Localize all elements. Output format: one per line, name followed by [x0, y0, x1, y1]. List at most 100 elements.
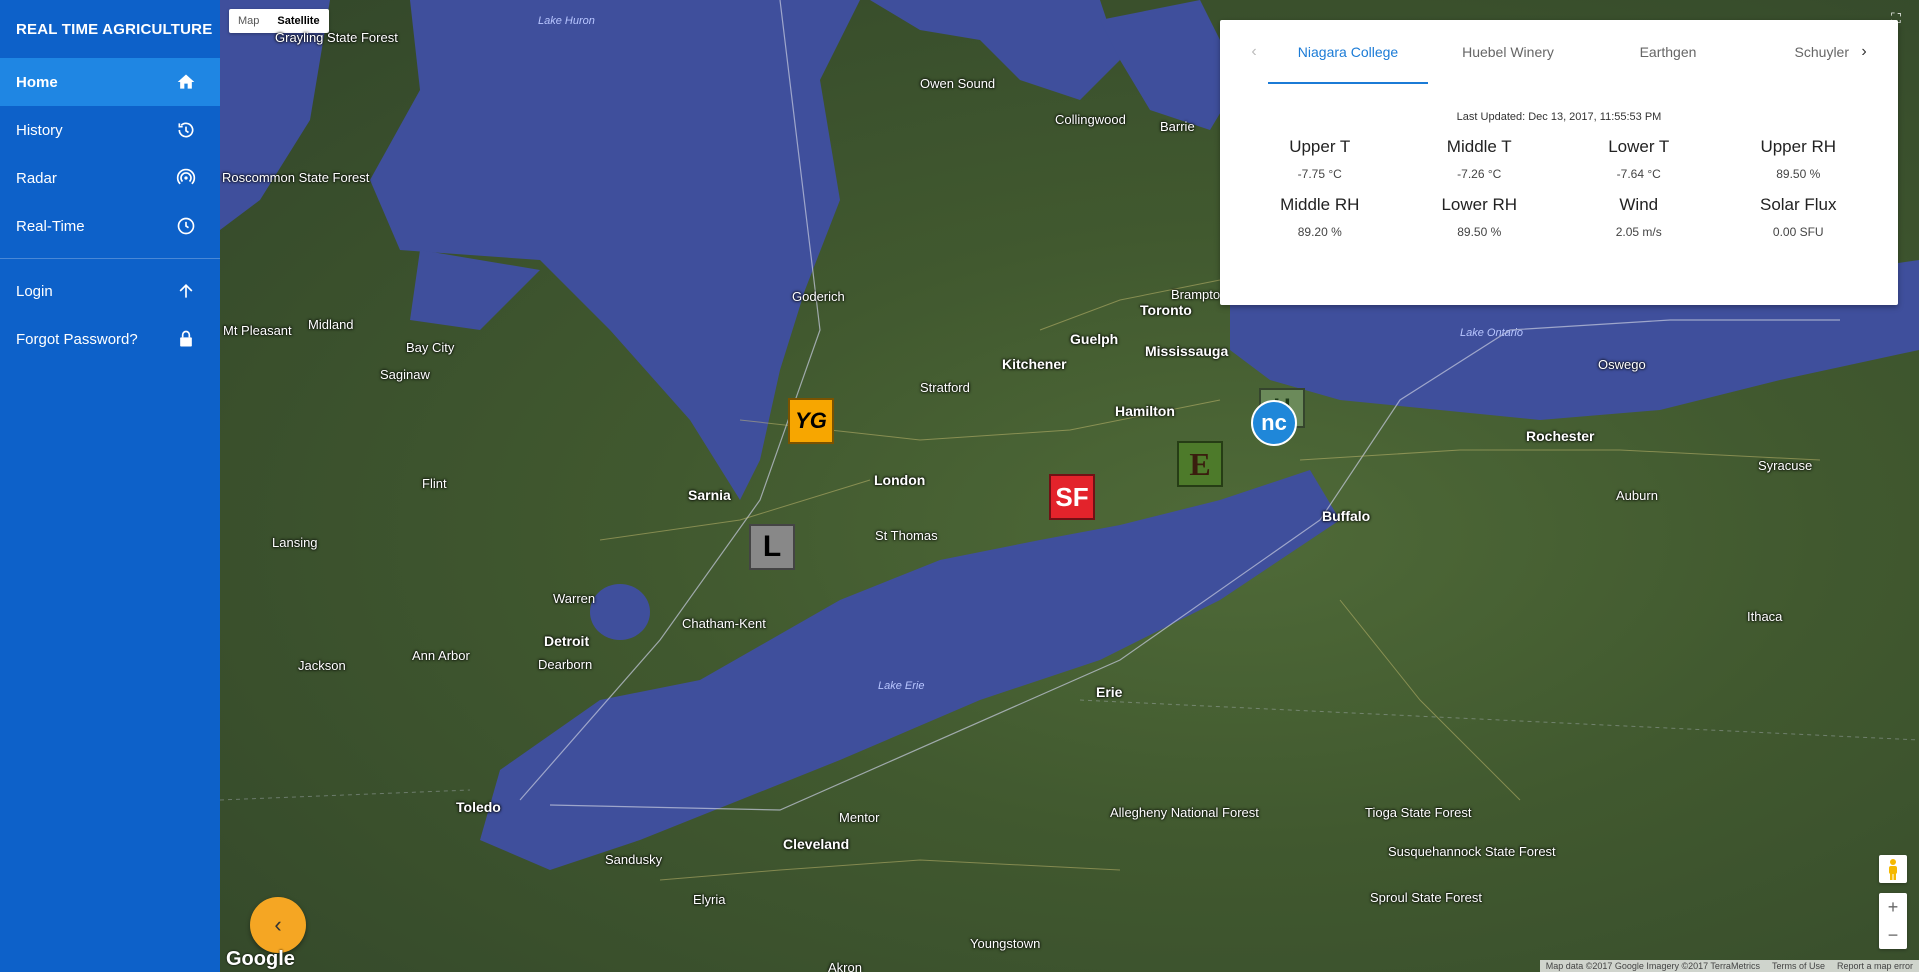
place-label: Flint: [422, 476, 447, 491]
home-icon: [177, 74, 195, 89]
metrics-grid: Upper T -7.75 °C Middle T -7.26 °C Lower…: [1220, 137, 1898, 239]
metric-value: 2.05 m/s: [1615, 225, 1662, 239]
nav-login-label: Login: [16, 282, 53, 300]
place-label: Akron: [828, 960, 862, 972]
attribution-text: Map data ©2017 Google Imagery ©2017 Terr…: [1545, 961, 1760, 971]
tabs-scroll-left-button[interactable]: ‹: [1240, 38, 1268, 66]
place-label: Grayling State Forest: [275, 30, 398, 45]
place-label: Mississauga: [1145, 343, 1229, 359]
metric-label: Solar Flux: [1759, 195, 1837, 214]
nav-realtime[interactable]: Real-Time: [0, 202, 220, 250]
lock-icon: [180, 330, 192, 347]
nav-realtime-label: Real-Time: [16, 217, 85, 235]
place-label: Allegheny National Forest: [1110, 805, 1259, 820]
zoom-out-button[interactable]: −: [1879, 921, 1907, 949]
metric-label: Middle RH: [1280, 195, 1360, 214]
place-label: Sarnia: [688, 487, 731, 503]
metric-value: -7.75 °C: [1297, 167, 1342, 181]
metric-value: 89.50 %: [1457, 225, 1502, 239]
metric-label: Upper T: [1289, 137, 1351, 156]
place-label: Bay City: [406, 340, 455, 355]
metric-value: 89.20 %: [1297, 225, 1342, 239]
nav-login[interactable]: Login: [0, 267, 220, 315]
place-label: Toledo: [456, 799, 501, 815]
map-type-map-button[interactable]: Map: [229, 9, 268, 33]
water-label: Lake Erie: [878, 680, 925, 692]
tab-earthgen[interactable]: Earthgen: [1588, 20, 1748, 84]
pegman-icon: [1889, 859, 1897, 880]
map-marker-e[interactable]: E: [1177, 441, 1223, 487]
place-label: Mentor: [839, 810, 880, 825]
place-label: Oswego: [1598, 357, 1646, 372]
metric-middle-rh: Middle RH 89.20 %: [1240, 195, 1400, 239]
place-label: Cleveland: [783, 836, 850, 852]
metric-label: Lower T: [1608, 137, 1670, 156]
arrow-up-icon: [179, 283, 193, 298]
place-label: Guelph: [1070, 331, 1119, 347]
map-marker-l[interactable]: L: [749, 524, 795, 570]
nav-radar[interactable]: Radar: [0, 154, 220, 202]
place-label: Elyria: [693, 892, 726, 907]
map-marker-nc[interactable]: nc: [1251, 400, 1297, 446]
place-label: Jackson: [298, 658, 346, 673]
map-marker-sf[interactable]: SF: [1049, 474, 1095, 520]
map-marker-yg[interactable]: YG: [788, 398, 834, 444]
metric-value: -7.26 °C: [1457, 167, 1502, 181]
zoom-in-button[interactable]: +: [1879, 893, 1907, 921]
nav-history[interactable]: History: [0, 106, 220, 154]
place-label: Saginaw: [380, 367, 430, 382]
station-info-panel: ‹ Niagara College Huebel Winery Earthgen…: [1220, 20, 1898, 305]
place-label: Stratford: [920, 380, 970, 395]
place-label: Kitchener: [1002, 356, 1067, 372]
nav-divider: [0, 258, 220, 259]
place-label: Warren: [553, 591, 596, 606]
google-logo: Google: [226, 948, 295, 970]
chevron-left-icon: ‹: [274, 912, 282, 937]
water-label: Lake Ontario: [1460, 327, 1523, 339]
place-label: St Thomas: [875, 528, 938, 543]
report-error-link[interactable]: Report a map error: [1837, 961, 1913, 971]
tabs-scroll-right-button[interactable]: ›: [1850, 38, 1878, 66]
nav-forgot-password[interactable]: Forgot Password?: [0, 315, 220, 363]
zoom-control: + −: [1879, 893, 1907, 949]
place-label: Mt Pleasant: [223, 323, 292, 338]
water-label: Lake Huron: [538, 15, 595, 27]
nav-history-label: History: [16, 121, 63, 139]
place-label: Buffalo: [1322, 508, 1371, 524]
collapse-panel-button[interactable]: ‹: [250, 897, 306, 953]
metric-label: Upper RH: [1760, 137, 1837, 156]
place-label: Erie: [1096, 684, 1123, 700]
place-label: Owen Sound: [920, 76, 996, 91]
place-label: Auburn: [1616, 488, 1658, 503]
map-attribution: Map data ©2017 Google Imagery ©2017 Terr…: [1539, 960, 1919, 972]
metric-upper-rh: Upper RH 89.50 %: [1719, 137, 1879, 181]
nav-forgot-password-label: Forgot Password?: [16, 330, 138, 348]
history-icon: [178, 122, 194, 138]
place-label: Sandusky: [605, 852, 663, 867]
metric-value: -7.64 °C: [1616, 167, 1661, 181]
nav-home[interactable]: Home: [0, 58, 220, 106]
station-tabs: ‹ Niagara College Huebel Winery Earthgen…: [1220, 20, 1898, 84]
place-label: Brampton: [1171, 287, 1228, 302]
metric-wind: Wind 2.05 m/s: [1559, 195, 1719, 239]
radar-icon: [176, 168, 196, 185]
tab-niagara-college[interactable]: Niagara College: [1268, 20, 1428, 84]
metric-value: 89.50 %: [1776, 167, 1821, 181]
tab-schuyler[interactable]: Schuyler F: [1748, 20, 1850, 84]
nav-home-label: Home: [16, 73, 58, 91]
place-label: Goderich: [792, 289, 845, 304]
terms-link[interactable]: Terms of Use: [1772, 961, 1825, 971]
metric-solar-flux: Solar Flux 0.00 SFU: [1719, 195, 1879, 239]
place-label: Rochester: [1526, 428, 1595, 444]
metric-value: 0.00 SFU: [1772, 225, 1824, 239]
place-label: Ann Arbor: [412, 648, 470, 663]
last-updated: Last Updated: Dec 13, 2017, 11:55:53 PM: [1456, 111, 1662, 123]
place-label: Syracuse: [1758, 458, 1813, 473]
tab-huebel-winery[interactable]: Huebel Winery: [1428, 20, 1588, 84]
metric-label: Middle T: [1446, 137, 1512, 156]
metric-lower-rh: Lower RH 89.50 %: [1400, 195, 1560, 239]
street-view-button[interactable]: [1879, 855, 1907, 883]
metric-lower-t: Lower T -7.64 °C: [1559, 137, 1719, 181]
place-label: Tioga State Forest: [1365, 805, 1472, 820]
place-label: Detroit: [544, 633, 590, 649]
